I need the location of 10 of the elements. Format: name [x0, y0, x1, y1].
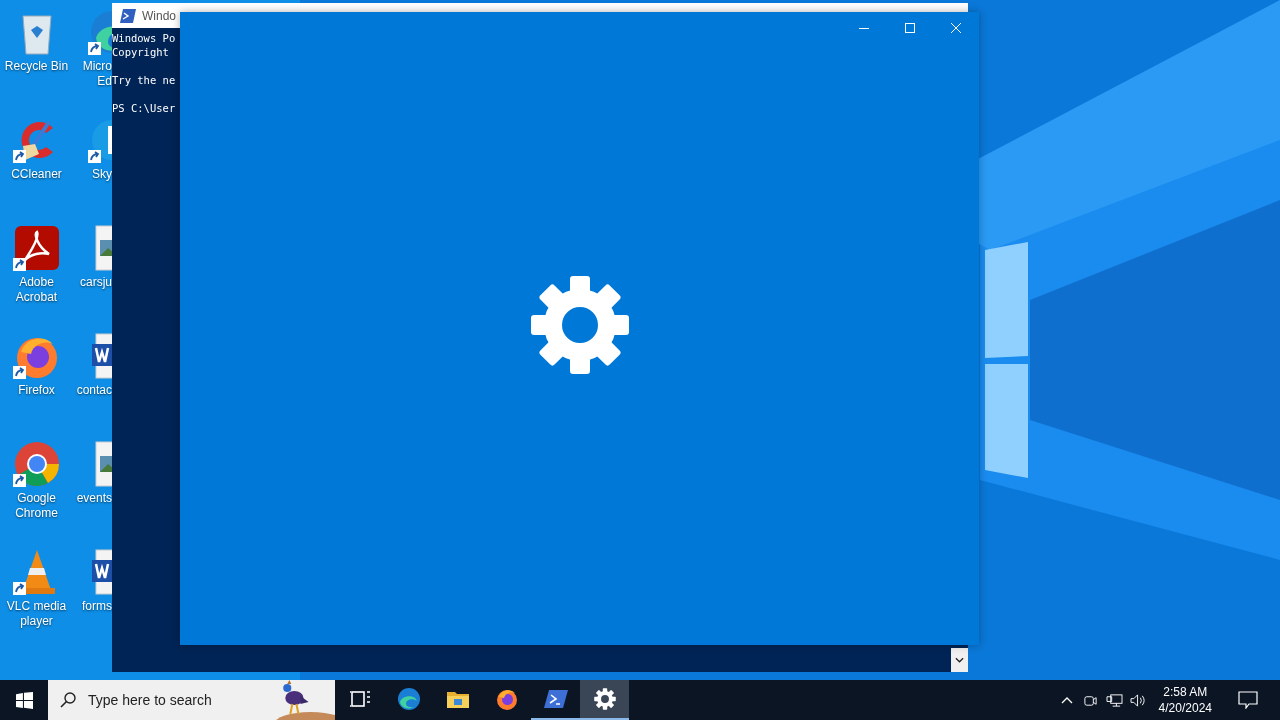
edge-wave-icon: [396, 687, 421, 711]
windows-logo-icon: [15, 691, 33, 709]
settings-icon: [592, 687, 617, 711]
clock[interactable]: 2:58 AM 4/20/2024: [1150, 680, 1220, 720]
taskbar-button[interactable]: [580, 680, 629, 720]
search-icon: [60, 692, 76, 708]
terminal-icon: [543, 687, 568, 711]
search-bar[interactable]: Type here to search: [48, 680, 335, 720]
search-field[interactable]: Type here to search: [86, 691, 270, 709]
fox-globe-icon: [494, 687, 519, 711]
